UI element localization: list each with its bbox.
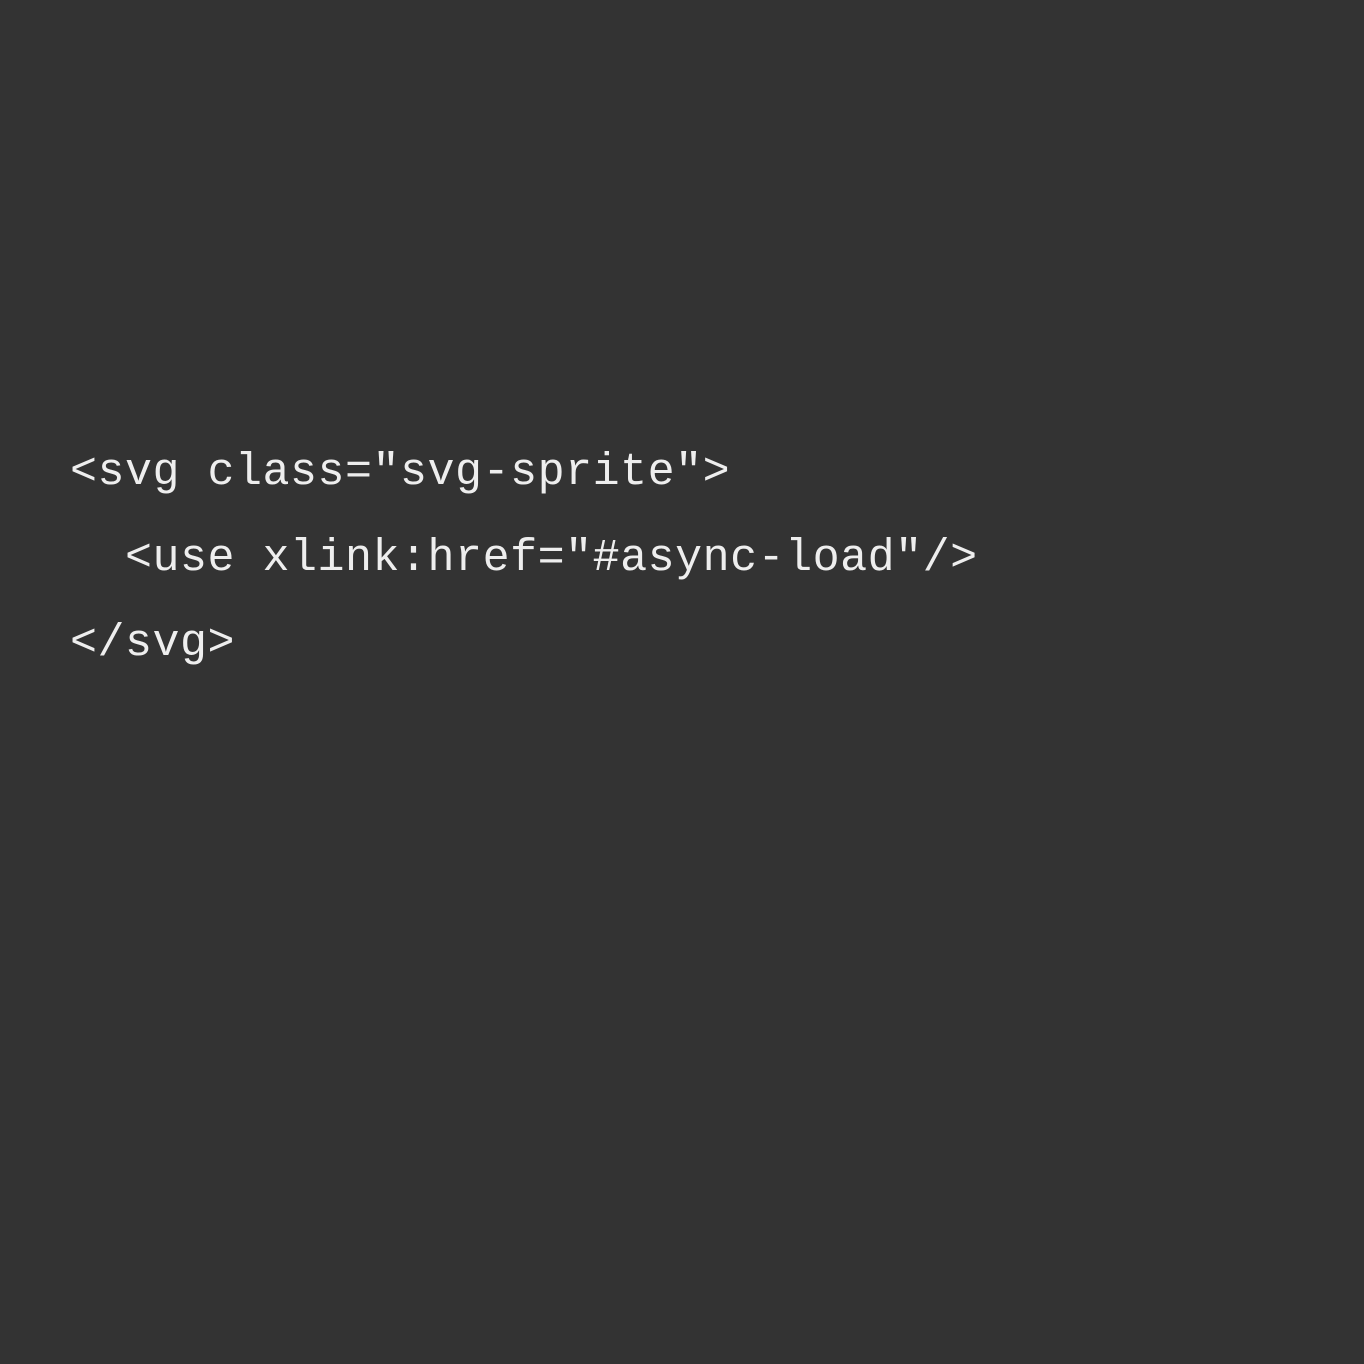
code-line-1: <svg class="svg-sprite">: [70, 447, 730, 498]
code-snippet: <svg class="svg-sprite"> <use xlink:href…: [70, 430, 978, 687]
code-line-2: <use xlink:href="#async-load"/>: [70, 533, 978, 584]
code-line-3: </svg>: [70, 618, 235, 669]
